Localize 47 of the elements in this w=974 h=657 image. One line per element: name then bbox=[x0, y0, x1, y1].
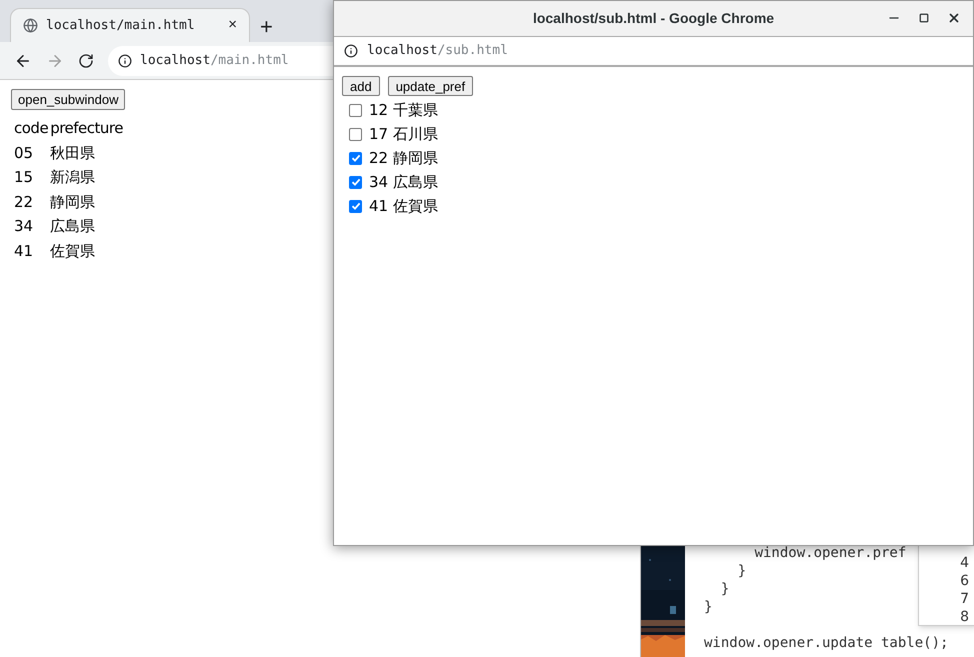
open-subwindow-button[interactable]: open_subwindow bbox=[11, 89, 126, 110]
checkbox[interactable] bbox=[349, 176, 362, 188]
address-text[interactable]: localhost/main.html bbox=[140, 50, 289, 70]
close-icon[interactable] bbox=[947, 11, 961, 25]
column-header: code bbox=[14, 118, 48, 139]
column-header: prefecture bbox=[50, 118, 123, 139]
checkbox-label: 22 静岡県 bbox=[369, 148, 438, 169]
code-line: window.opener.update table(); bbox=[704, 634, 948, 652]
new-tab-button[interactable]: + bbox=[260, 16, 273, 42]
code-line: } bbox=[736, 562, 746, 580]
checkbox[interactable] bbox=[349, 104, 362, 116]
line-number: 8 bbox=[960, 608, 969, 626]
reload-icon[interactable] bbox=[78, 52, 94, 68]
table-cell-text: 新潟県 bbox=[50, 167, 96, 188]
table-cell-text: 佐賀県 bbox=[50, 240, 96, 262]
window-title: localhost/sub.html - Google Chrome bbox=[532, 9, 774, 28]
tab-title: localhost/main.html bbox=[46, 16, 196, 35]
table-cell-text: 41 bbox=[14, 240, 34, 262]
code-line: } bbox=[720, 580, 730, 598]
line-number: 6 bbox=[960, 572, 969, 590]
info-icon bbox=[118, 54, 132, 68]
globe-icon bbox=[23, 18, 38, 33]
line-number: 4 bbox=[960, 554, 969, 572]
checkbox-label: 34 広島県 bbox=[369, 172, 438, 193]
checkbox[interactable] bbox=[349, 152, 362, 164]
table-cell-text: 15 bbox=[14, 167, 34, 188]
maximize-icon[interactable] bbox=[919, 13, 929, 23]
address-text[interactable]: localhost/sub.html bbox=[367, 41, 508, 61]
checkbox[interactable] bbox=[349, 200, 362, 212]
line-number: 7 bbox=[960, 590, 969, 608]
table-cell-text: 34 bbox=[14, 216, 34, 237]
code-line: } bbox=[704, 598, 712, 616]
table-cell-text: 05 bbox=[14, 142, 34, 164]
checkbox-label: 12 千葉県 bbox=[369, 100, 438, 121]
table-cell-text: 22 bbox=[14, 192, 34, 212]
close-tab-button[interactable]: × bbox=[228, 14, 237, 37]
table-cell-text: 広島県 bbox=[50, 216, 96, 237]
action-button[interactable]: update_pref bbox=[388, 76, 474, 96]
table-cell-text: 秋田県 bbox=[50, 142, 96, 164]
checkbox-label: 17 石川県 bbox=[369, 124, 438, 145]
code-line: window.opener.pref bbox=[754, 544, 906, 562]
browser-tab[interactable]: localhost/main.html × bbox=[10, 8, 250, 42]
checkbox[interactable] bbox=[349, 128, 362, 140]
action-button[interactable]: add bbox=[342, 76, 380, 96]
table-cell-text: 静岡県 bbox=[50, 192, 96, 212]
checkbox-label: 41 佐賀県 bbox=[369, 196, 438, 217]
info-icon bbox=[344, 44, 358, 58]
